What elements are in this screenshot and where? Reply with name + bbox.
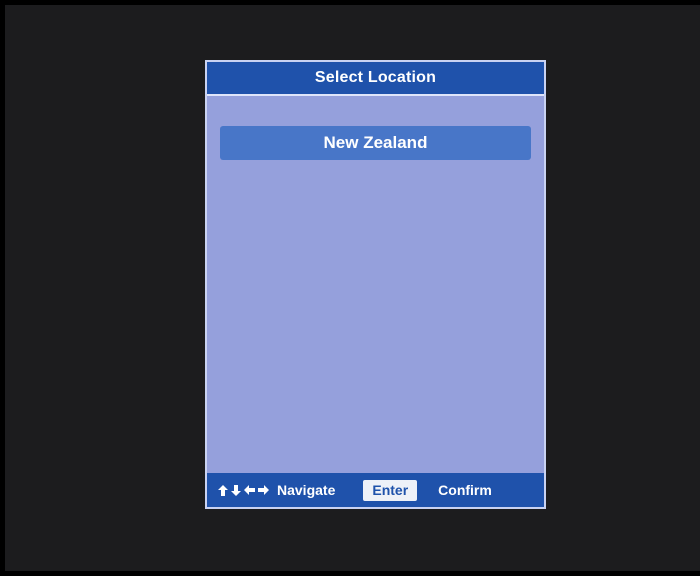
navigate-label: Navigate (277, 482, 336, 498)
arrow-down-icon (231, 484, 241, 496)
dialog-title: Select Location (207, 62, 544, 96)
arrow-right-icon (258, 485, 269, 495)
select-location-dialog: Select Location New Zealand Navigate Ent… (205, 60, 546, 509)
enter-key-badge[interactable]: Enter (363, 479, 418, 501)
arrow-up-icon (218, 484, 228, 496)
confirm-label: Confirm (438, 482, 492, 498)
arrow-left-icon (244, 485, 255, 495)
footer-hint-bar: Navigate Enter Confirm (207, 473, 544, 507)
navigate-arrows (218, 484, 269, 496)
list-item-new-zealand[interactable]: New Zealand (220, 126, 531, 160)
location-list: New Zealand (207, 96, 544, 473)
tv-screen: Select Location New Zealand Navigate Ent… (5, 5, 700, 571)
